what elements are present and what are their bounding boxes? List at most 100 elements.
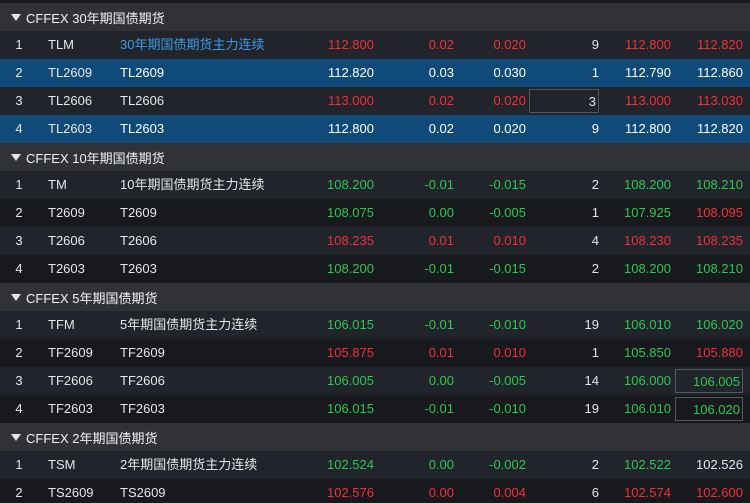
volume-cell: 9: [591, 121, 599, 136]
ask-price-cell: 112.860: [696, 65, 743, 80]
row-index-cell: 2: [15, 345, 23, 360]
price-change-cell: 0.01: [428, 345, 454, 360]
ask-price-cell: 112.820: [696, 37, 743, 52]
contract-name-cell: T2606: [120, 233, 157, 248]
row-index-cell: 3: [15, 233, 23, 248]
last-price-cell: 106.015: [327, 317, 374, 332]
volume-cell: 2: [591, 261, 599, 276]
volume-cell: 2: [591, 177, 599, 192]
quote-row[interactable]: 4 TF2603 TF2603 106.015 -0.01 -0.010 19 106.010…: [0, 395, 750, 423]
contract-code-cell: TFM: [48, 317, 75, 332]
ask-price-cell: 106.005: [675, 369, 743, 393]
price-change-cell: 0.00: [428, 373, 454, 388]
contract-name-cell: TL2606: [120, 93, 165, 108]
volume-cell: 19: [584, 317, 599, 332]
last-price-cell: 106.005: [327, 373, 374, 388]
quote-row[interactable]: 3 TF2606 TF2606 106.005 0.00 -0.005 14 106.000 1…: [0, 367, 750, 395]
bid-price-cell: 108.200: [624, 177, 671, 192]
bid-price-cell: 102.522: [624, 457, 671, 472]
change-percent-cell: -0.005: [489, 205, 526, 220]
quote-row[interactable]: 3 TL2606 TL2606 113.000 0.02 0.020 3 113.000 113…: [0, 87, 750, 115]
contract-name-cell: TF2606: [120, 373, 165, 388]
price-change-cell: 0.00: [428, 457, 454, 472]
last-price-cell: 112.820: [327, 65, 374, 80]
bid-price-cell: 102.574: [624, 485, 671, 500]
bid-price-cell: 108.200: [624, 261, 671, 276]
contract-code-cell: TLM: [48, 37, 74, 52]
volume-cell: 9: [591, 37, 599, 52]
quote-row[interactable]: 4 TL2603 TL2603 112.800 0.02 0.020 9 112.800 112…: [0, 115, 750, 143]
group-header[interactable]: CFFEX 10年期国债期货: [0, 143, 750, 172]
collapse-caret-icon[interactable]: [11, 153, 21, 161]
ask-price-cell: 106.020: [696, 317, 743, 332]
contract-code-cell: TL2609: [48, 65, 93, 80]
change-percent-cell: 0.020: [493, 37, 526, 52]
last-price-cell: 108.075: [327, 205, 374, 220]
last-price-cell: 106.015: [327, 401, 374, 416]
quote-row[interactable]: 2 TS2609 TS2609 102.576 0.00 0.004 6 102.574 102…: [0, 479, 750, 503]
quote-board: CFFEX 30年期国债期货 1 TLM 30年期国债期货主力连续 112.800 0.0…: [0, 0, 750, 503]
quote-row[interactable]: 3 T2606 T2606 108.235 0.01 0.010 4 108.230 108.2…: [0, 227, 750, 255]
row-index-cell: 3: [15, 373, 23, 388]
change-percent-cell: 0.010: [493, 233, 526, 248]
contract-name-cell: TF2609: [120, 345, 165, 360]
price-change-cell: 0.02: [428, 121, 454, 136]
group-header[interactable]: CFFEX 2年期国债期货: [0, 423, 750, 452]
ask-price-cell: 102.526: [696, 457, 743, 472]
collapse-caret-icon[interactable]: [11, 433, 21, 441]
bid-price-cell: 106.010: [624, 401, 671, 416]
last-price-cell: 108.235: [327, 233, 374, 248]
ask-price-cell: 113.030: [696, 93, 743, 108]
contract-name-cell: 10年期国债期货主力连续: [120, 177, 265, 192]
change-percent-cell: -0.005: [489, 373, 526, 388]
quote-row[interactable]: 1 TFM 5年期国债期货主力连续 106.015 -0.01 -0.010 19 106.0…: [0, 311, 750, 339]
bid-price-cell: 105.850: [624, 345, 671, 360]
ask-price-cell: 108.210: [696, 177, 743, 192]
contract-code-cell: TL2603: [48, 121, 93, 136]
contract-code-cell: TM: [48, 177, 67, 192]
bid-price-cell: 107.925: [624, 205, 671, 220]
change-percent-cell: -0.015: [489, 261, 526, 276]
collapse-caret-icon[interactable]: [11, 293, 21, 301]
quote-row[interactable]: 2 T2609 T2609 108.075 0.00 -0.005 1 107.925 108.…: [0, 199, 750, 227]
volume-cell: 2: [591, 457, 599, 472]
last-price-cell: 112.800: [327, 121, 374, 136]
last-price-cell: 102.524: [327, 457, 374, 472]
ask-price-cell: 102.600: [696, 485, 743, 500]
quote-row[interactable]: 1 TLM 30年期国债期货主力连续 112.800 0.02 0.020 9 112.800…: [0, 31, 750, 59]
price-change-cell: 0.00: [428, 485, 454, 500]
change-percent-cell: 0.010: [493, 345, 526, 360]
volume-cell: 3: [529, 89, 599, 113]
quote-row[interactable]: 4 T2603 T2603 108.200 -0.01 -0.015 2 108.200 108…: [0, 255, 750, 283]
ask-price-cell: 112.820: [696, 121, 743, 136]
contract-code-cell: TS2609: [48, 485, 94, 500]
collapse-caret-icon[interactable]: [11, 13, 21, 21]
quote-row[interactable]: 2 TF2609 TF2609 105.875 0.01 0.010 1 105.850 105…: [0, 339, 750, 367]
price-change-cell: 0.01: [428, 233, 454, 248]
change-percent-cell: 0.020: [493, 93, 526, 108]
price-change-cell: -0.01: [424, 261, 454, 276]
last-price-cell: 108.200: [327, 177, 374, 192]
group-title: CFFEX 10年期国债期货: [26, 150, 165, 166]
quote-row[interactable]: 2 TL2609 TL2609 112.820 0.03 0.030 1 112.790 112…: [0, 59, 750, 87]
group-header[interactable]: CFFEX 30年期国债期货: [0, 3, 750, 32]
quote-row[interactable]: 1 TM 10年期国债期货主力连续 108.200 -0.01 -0.015 2 108.20…: [0, 171, 750, 199]
quote-row[interactable]: 1 TSM 2年期国债期货主力连续 102.524 0.00 -0.002 2 102.522…: [0, 451, 750, 479]
row-index-cell: 1: [15, 317, 23, 332]
last-price-cell: 105.875: [327, 345, 374, 360]
volume-cell: 1: [591, 65, 599, 80]
last-price-cell: 112.800: [327, 37, 374, 52]
price-change-cell: -0.01: [424, 317, 454, 332]
change-percent-cell: 0.004: [493, 485, 526, 500]
group-header[interactable]: CFFEX 5年期国债期货: [0, 283, 750, 312]
row-index-cell: 4: [15, 401, 23, 416]
row-index-cell: 2: [15, 485, 23, 500]
row-index-cell: 2: [15, 205, 23, 220]
bid-price-cell: 108.230: [624, 233, 671, 248]
last-price-cell: 102.576: [327, 485, 374, 500]
price-change-cell: -0.01: [424, 401, 454, 416]
volume-cell: 4: [591, 233, 599, 248]
contract-code-cell: TSM: [48, 457, 76, 472]
ask-price-cell: 108.235: [696, 233, 743, 248]
contract-name-cell: T2609: [120, 205, 157, 220]
